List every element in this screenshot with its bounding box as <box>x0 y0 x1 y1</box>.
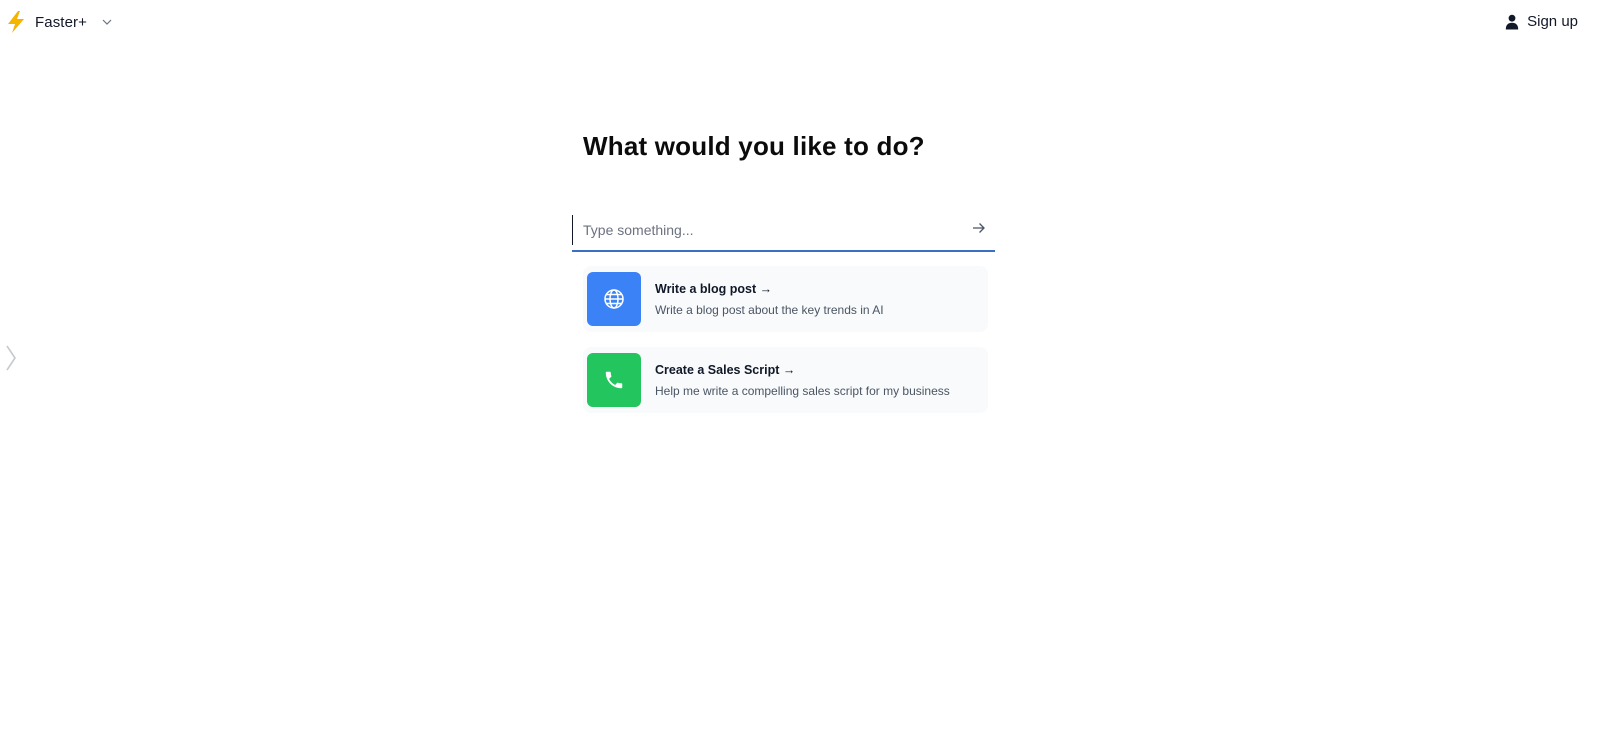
page: Faster+ Sign up What would you like to d… <box>0 0 1600 736</box>
phone-icon <box>587 353 641 407</box>
suggestion-card-sales-script[interactable]: Create a Sales Script → Help me write a … <box>583 347 988 413</box>
brand-switcher[interactable]: Faster+ <box>5 10 113 34</box>
suggestion-title: Write a blog post → <box>655 281 773 296</box>
brand-name: Faster+ <box>35 13 87 31</box>
suggestion-description: Help me write a compelling sales script … <box>655 383 950 398</box>
suggestion-text: Write a blog post → Write a blog post ab… <box>655 282 884 317</box>
arrow-right-icon[interactable] <box>971 220 987 236</box>
prompt-input[interactable] <box>572 215 963 245</box>
suggestion-text: Create a Sales Script → Help me write a … <box>655 363 950 398</box>
signup-label: Sign up <box>1527 13 1578 30</box>
globe-icon <box>587 272 641 326</box>
chevron-right-icon <box>6 345 16 371</box>
suggestion-card-blog-post[interactable]: Write a blog post → Write a blog post ab… <box>583 266 988 332</box>
suggestion-description: Write a blog post about the key trends i… <box>655 302 884 317</box>
suggestion-title: Create a Sales Script → <box>655 362 796 377</box>
sidebar-expand-button[interactable] <box>5 344 17 372</box>
prompt-bar <box>572 210 995 252</box>
page-title: What would you like to do? <box>583 131 925 161</box>
user-icon <box>1505 14 1519 30</box>
lightning-bolt-icon <box>5 10 27 34</box>
chevron-down-icon <box>101 16 113 28</box>
signup-button[interactable]: Sign up <box>1505 13 1578 30</box>
